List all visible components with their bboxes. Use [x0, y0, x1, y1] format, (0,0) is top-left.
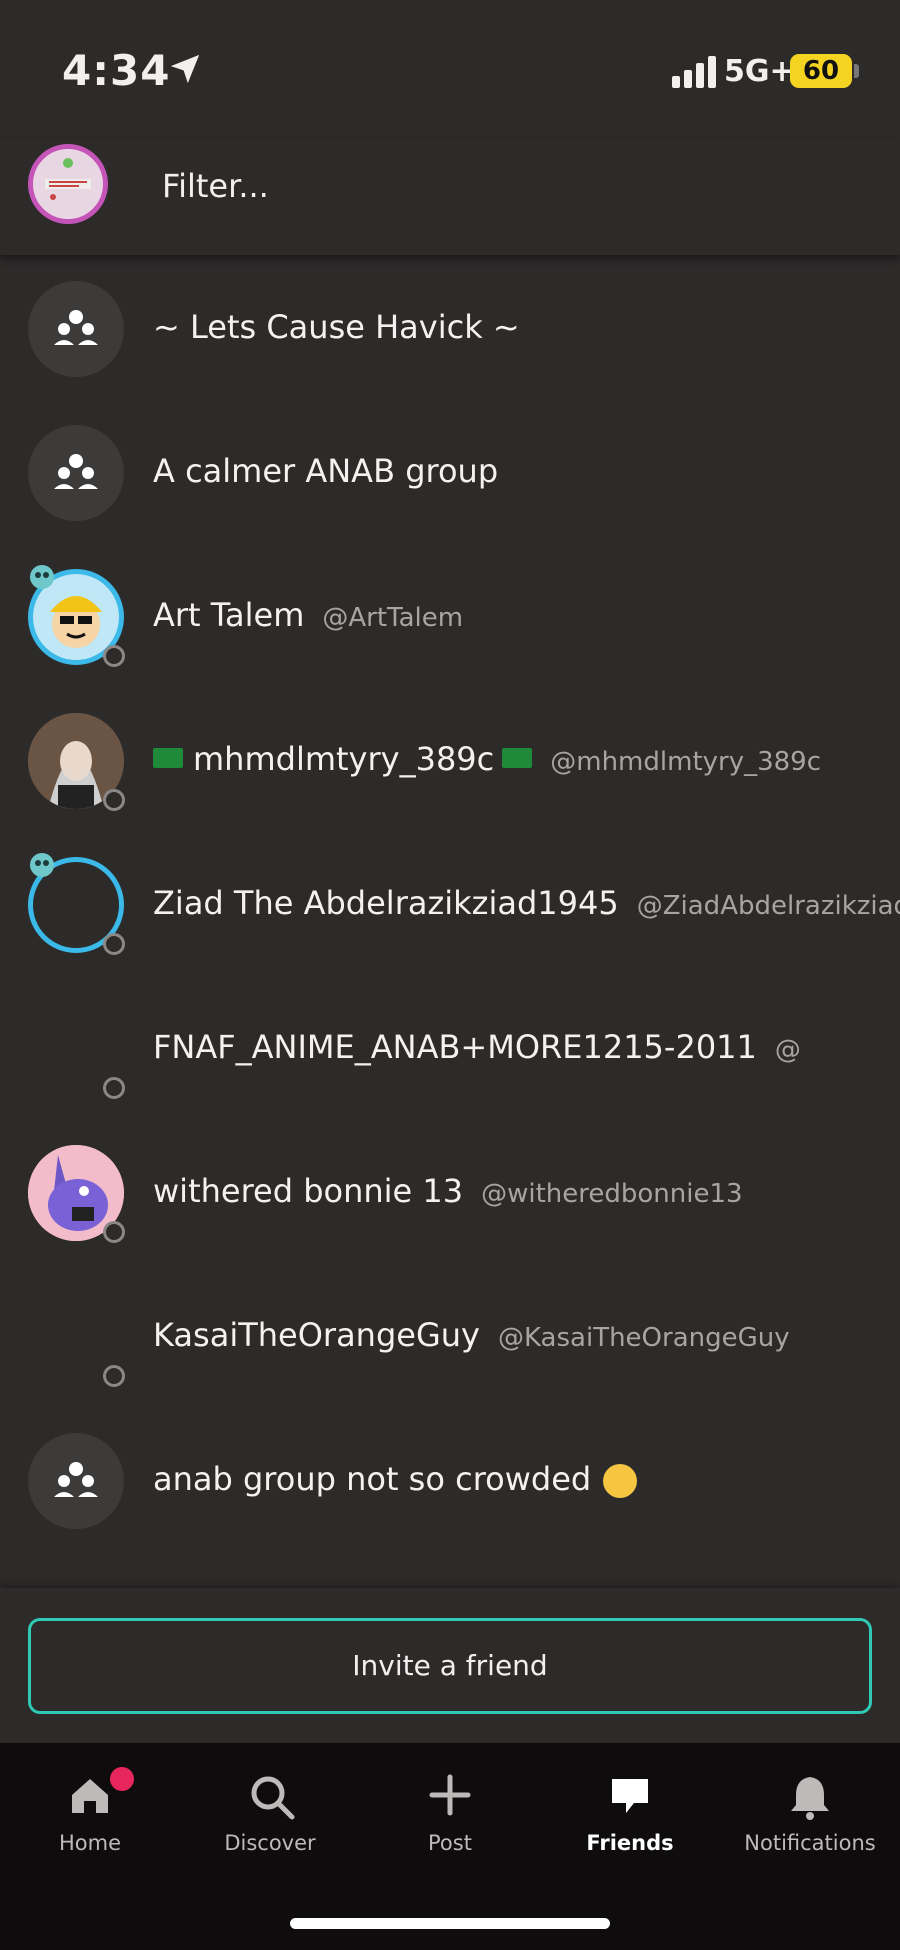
- tab-notifications[interactable]: Notifications: [720, 1743, 900, 1893]
- chat-bubble-icon: [612, 1779, 648, 1813]
- notification-dot: [110, 1767, 134, 1791]
- group-icon: [54, 454, 98, 489]
- badge-icon: [30, 565, 54, 589]
- chat-name: mhmdlmtyry_389c: [193, 740, 495, 778]
- tab-home[interactable]: Home: [0, 1743, 180, 1893]
- chat-handle: @ArtTalem: [322, 603, 464, 633]
- battery-indicator: 60: [790, 54, 852, 88]
- chat-name: FNAF_ANIME_ANAB+MORE1215-2011: [153, 1028, 757, 1066]
- filter-input[interactable]: [150, 158, 850, 214]
- chat-name: withered bonnie 13: [153, 1172, 464, 1210]
- group-avatar: [28, 425, 124, 521]
- chat-row-text: KasaiTheOrangeGuy @KasaiTheOrangeGuy: [153, 1263, 790, 1407]
- tab-discover[interactable]: Discover: [180, 1743, 360, 1893]
- search-icon: [251, 1776, 295, 1820]
- offline-status-dot: [103, 645, 125, 667]
- battery-cap: [854, 64, 859, 78]
- tab-label: Post: [428, 1831, 472, 1855]
- invite-area: Invite a friend: [0, 1588, 900, 1743]
- tab-post[interactable]: Post: [360, 1743, 540, 1893]
- chat-handle: @mhmdlmtyry_389c: [550, 747, 822, 777]
- offline-status-dot: [103, 1221, 125, 1243]
- chat-row-text: Ziad The Abdelrazikziad1945 @ZiadAbdelraz…: [153, 831, 900, 975]
- chat-handle: @witheredbonnie13: [481, 1179, 743, 1209]
- offline-status-dot: [103, 1365, 125, 1387]
- chat-handle: @: [774, 1035, 801, 1065]
- group-avatar: [28, 1433, 124, 1529]
- chat-row-text: A calmer ANAB group: [153, 399, 498, 543]
- home-icon: [72, 1779, 108, 1813]
- signal-icon: [672, 56, 716, 88]
- chat-row-text: anab group not so crowded: [153, 1407, 638, 1551]
- chat-row-text: withered bonnie 13 @witheredbonnie13: [153, 1119, 743, 1263]
- chat-handle: @ZiadAbdelrazikziad1945: [636, 891, 900, 921]
- location-arrow-icon: [170, 54, 200, 84]
- network-type: 5G+: [724, 54, 795, 89]
- saudi-flag-icon: [502, 748, 533, 768]
- chat-row[interactable]: ~ Lets Cause Havick ~: [0, 255, 900, 399]
- saudi-flag-icon: [153, 748, 183, 768]
- plus-icon: [429, 1774, 471, 1816]
- chat-name: anab group not so crowded: [153, 1460, 592, 1498]
- chat-row[interactable]: A calmer ANAB group: [0, 399, 900, 543]
- bell-icon: [791, 1777, 829, 1820]
- tab-label: Discover: [224, 1831, 316, 1855]
- weary-face-emoji-icon: [603, 1464, 638, 1498]
- profile-image-icon: [45, 158, 91, 200]
- chat-row[interactable]: anab group not so crowded: [0, 1407, 900, 1551]
- status-bar: 4:34 5G+ 60: [0, 0, 900, 140]
- chat-row[interactable]: FNAF_ANIME_ANAB+MORE1215-2011 @: [0, 975, 900, 1119]
- tab-label: Home: [58, 1831, 121, 1855]
- group-icon: [54, 310, 98, 345]
- chat-row[interactable]: Art Talem @ArtTalem: [0, 543, 900, 687]
- chat-row-text: Art Talem @ArtTalem: [153, 543, 463, 687]
- badge-icon: [30, 853, 54, 877]
- chat-name: A calmer ANAB group: [153, 452, 499, 490]
- offline-status-dot: [103, 1077, 125, 1099]
- chat-row-text: FNAF_ANIME_ANAB+MORE1215-2011 @: [153, 975, 801, 1119]
- chat-name: Ziad The Abdelrazikziad1945: [153, 884, 619, 922]
- chat-header: [0, 140, 900, 255]
- chat-handle: @KasaiTheOrangeGuy: [497, 1323, 790, 1353]
- tab-label: Friends: [586, 1831, 674, 1855]
- home-indicator[interactable]: [290, 1918, 610, 1929]
- group-icon: [54, 1462, 98, 1497]
- group-avatar: [28, 281, 124, 377]
- chat-name: ~ Lets Cause Havick ~: [153, 308, 520, 346]
- tab-friends[interactable]: Friends: [540, 1743, 720, 1893]
- tab-label: Notifications: [744, 1831, 876, 1855]
- chat-row[interactable]: KasaiTheOrangeGuy @KasaiTheOrangeGuy: [0, 1263, 900, 1407]
- my-profile-avatar[interactable]: [28, 144, 108, 224]
- chat-row-text: mhmdlmtyry_389c @mhmdlmtyry_389c: [153, 687, 821, 831]
- chat-row[interactable]: withered bonnie 13 @witheredbonnie13: [0, 1119, 900, 1263]
- chat-name: Art Talem: [153, 596, 305, 634]
- offline-status-dot: [103, 789, 125, 811]
- invite-friend-button[interactable]: Invite a friend: [28, 1618, 872, 1714]
- chat-name: KasaiTheOrangeGuy: [153, 1316, 480, 1354]
- status-time: 4:34: [62, 46, 171, 95]
- chat-row[interactable]: mhmdlmtyry_389c @mhmdlmtyry_389c: [0, 687, 900, 831]
- offline-status-dot: [103, 933, 125, 955]
- chat-row[interactable]: Ziad The Abdelrazikziad1945 @ZiadAbdelraz…: [0, 831, 900, 975]
- chat-row-text: ~ Lets Cause Havick ~: [153, 255, 520, 399]
